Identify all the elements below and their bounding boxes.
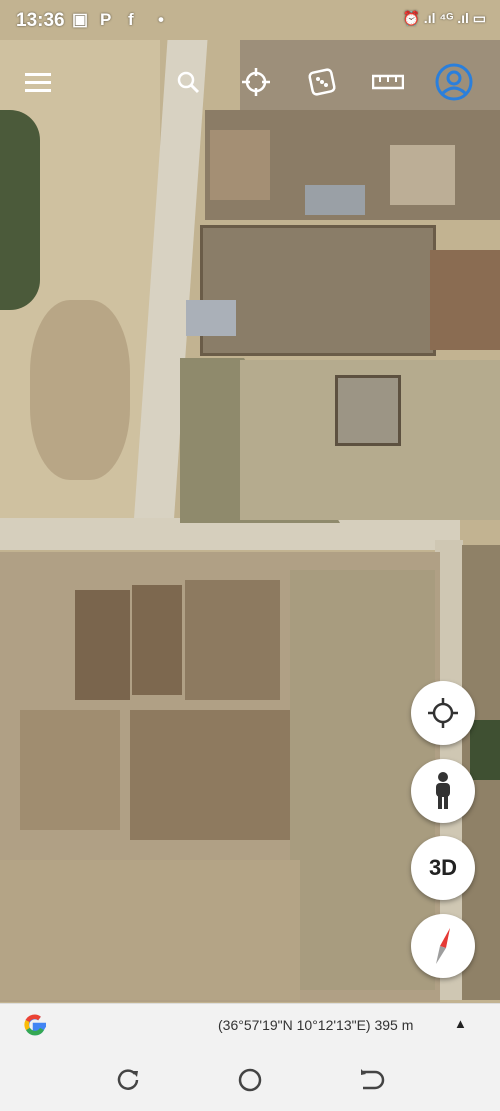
ruler-icon <box>372 74 404 90</box>
small-house <box>335 375 401 446</box>
info-bar: (36°57'19"N 10°12'13"E) 395 m ▲ <box>0 1003 500 1048</box>
recents-icon <box>117 1069 139 1090</box>
field-strip <box>20 710 120 830</box>
field-strip <box>130 710 290 840</box>
gallery-notification-icon: ▣ <box>72 10 89 29</box>
expand-info-button[interactable]: ▲ <box>454 1016 467 1031</box>
menu-icon <box>25 73 51 92</box>
voyager-icon <box>242 68 270 96</box>
voyager-button[interactable] <box>236 62 276 102</box>
compass-icon <box>436 928 450 964</box>
coordinates-readout: (36°57'19"N 10°12'13"E) 395 m <box>218 1017 414 1033</box>
building <box>430 250 500 350</box>
field-strip <box>132 585 182 695</box>
street-view-button[interactable] <box>411 759 475 823</box>
building <box>305 185 365 215</box>
home-icon <box>238 1068 262 1092</box>
more-notifications-icon: • <box>158 10 164 29</box>
field-strip <box>185 580 280 700</box>
recents-button[interactable] <box>113 1065 143 1095</box>
back-button[interactable] <box>357 1065 387 1095</box>
search-button[interactable] <box>168 62 208 102</box>
map-toolbar <box>0 58 500 110</box>
google-logo <box>18 1008 52 1047</box>
tree-cluster <box>0 110 40 310</box>
account-button[interactable] <box>434 62 474 102</box>
status-time: 13:36 <box>16 10 65 31</box>
building <box>390 145 455 205</box>
menu-button[interactable] <box>18 62 58 102</box>
back-icon <box>361 1069 385 1090</box>
home-button[interactable] <box>235 1065 265 1095</box>
my-location-button[interactable] <box>411 681 475 745</box>
status-indicators: ⏰ .ıl ⁴ᴳ .ıl ▭ <box>402 10 486 26</box>
terrain-patch <box>30 300 130 480</box>
search-icon <box>177 71 200 94</box>
field-strip <box>0 860 300 1000</box>
compass-button[interactable] <box>411 914 475 978</box>
dice-icon <box>308 68 336 96</box>
my-location-icon <box>428 698 458 728</box>
tree-cluster <box>470 720 500 780</box>
3d-toggle-button[interactable]: 3D <box>411 836 475 900</box>
building <box>210 130 270 200</box>
system-nav-bar <box>0 1047 500 1111</box>
pegman-icon <box>436 772 450 809</box>
3d-label: 3D <box>428 855 458 880</box>
measure-button[interactable] <box>368 62 408 102</box>
feeling-lucky-button[interactable] <box>302 62 342 102</box>
p-notification-icon: P <box>100 10 112 29</box>
google-logo-icon <box>24 1014 46 1036</box>
shed-roof <box>186 300 236 336</box>
account-icon <box>435 63 473 101</box>
field-strip <box>75 590 130 700</box>
walled-field <box>200 225 436 356</box>
status-bar: 13:36 ▣ P f • ⏰ .ıl ⁴ᴳ .ıl ▭ <box>0 0 500 42</box>
facebook-notification-icon: f <box>128 10 134 29</box>
